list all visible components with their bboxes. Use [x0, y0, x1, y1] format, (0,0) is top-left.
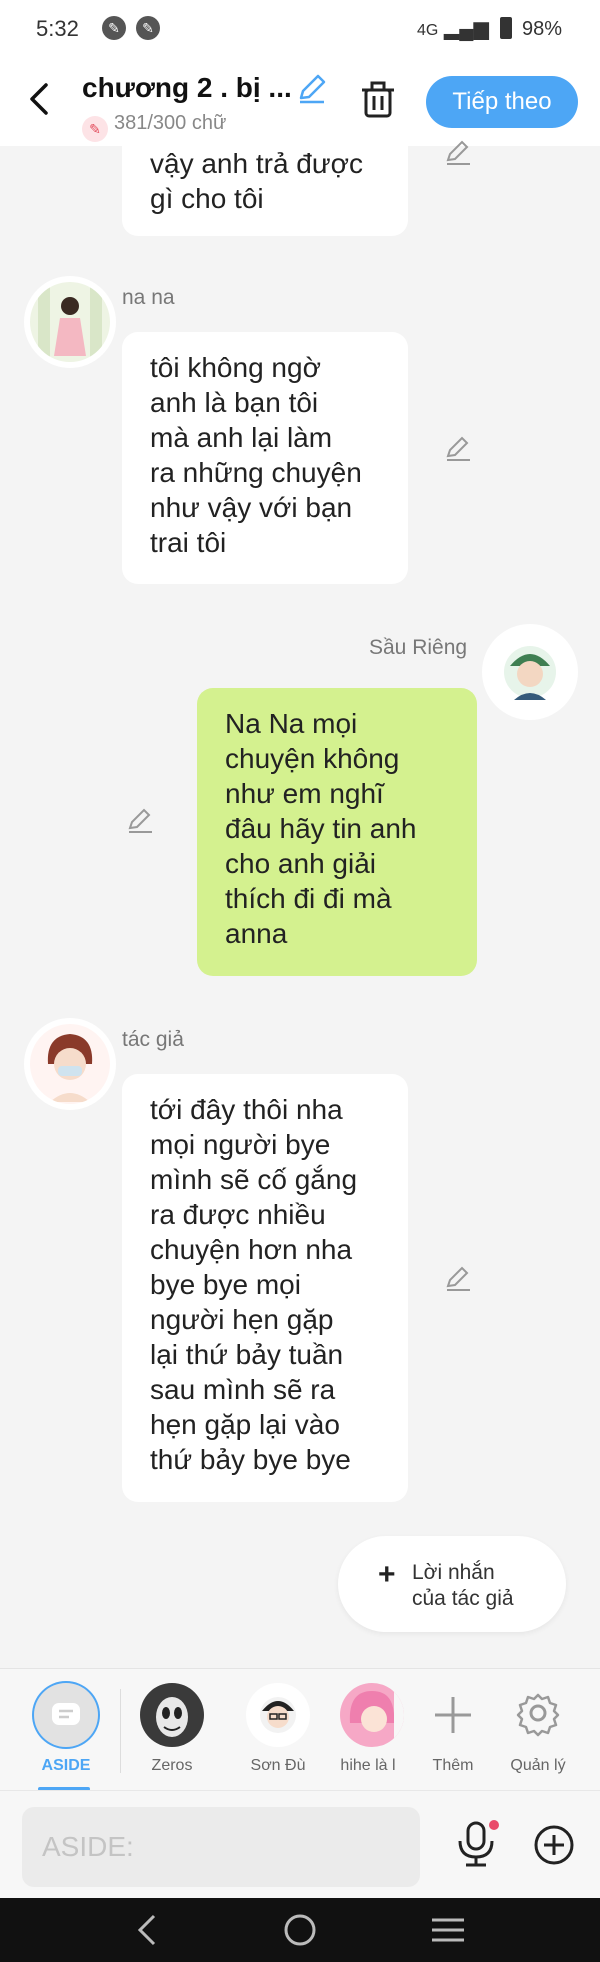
menu-lines-icon [432, 1918, 464, 1942]
next-button[interactable]: Tiếp theo [426, 76, 578, 128]
edit-message-button[interactable] [444, 434, 472, 467]
sender-name: Sầu Riêng [369, 636, 468, 659]
message-bubble[interactable]: tôi không ngờ anh là bạn tôi mà anh lại … [122, 332, 408, 584]
pencil-icon [446, 1266, 470, 1291]
status-bar: 5:32 ✎ ✎ 4G ▂▄▆ 98% [0, 0, 600, 58]
nav-back-button[interactable] [136, 1914, 158, 1951]
microphone-icon [458, 1820, 499, 1867]
add-attachment-button[interactable] [532, 1823, 576, 1872]
character-label: Zeros [151, 1757, 193, 1774]
input-bar [0, 1790, 600, 1899]
edit-title-button[interactable] [296, 72, 328, 109]
chapter-title[interactable]: chương 2 . bị ... [82, 72, 292, 104]
avatar-sau-rieng-icon [488, 630, 572, 714]
author-note-label: Lời nhắn của tác giả [412, 1561, 514, 1610]
chevron-left-icon [30, 83, 48, 115]
edit-message-button[interactable] [444, 1264, 472, 1297]
plus-icon: + [378, 1558, 396, 1591]
home-circle-icon [284, 1914, 316, 1946]
microphone-button[interactable] [454, 1819, 500, 1874]
pencil-icon [446, 436, 470, 461]
avatar-author-icon [30, 1024, 110, 1104]
notification-icon: ✎ [136, 16, 160, 40]
chevron-left-icon [137, 1914, 156, 1946]
battery-level: 98% [521, 18, 562, 40]
notification-icon: ✎ [102, 16, 126, 40]
character-aside[interactable]: ASIDE [24, 1683, 108, 1775]
character-label: ASIDE [41, 1757, 91, 1774]
status-right: 4G ▂▄▆ 98% [417, 16, 562, 41]
avatar[interactable] [488, 630, 572, 714]
nav-home-button[interactable] [282, 1912, 318, 1953]
add-character-button[interactable]: Thêm [410, 1683, 496, 1775]
author-note-button[interactable]: + Lời nhắn của tác giả [338, 1536, 566, 1632]
character-zeros[interactable]: Zeros [130, 1683, 214, 1775]
add-label: Thêm [432, 1757, 474, 1774]
sender-name: tác giả [122, 1028, 184, 1051]
pencil-icon [299, 74, 326, 104]
manage-label: Quản lý [510, 1757, 566, 1774]
nav-recents-button[interactable] [430, 1916, 466, 1949]
character-bar: ASIDE Zeros Sơn Đù hihe là l Thêm Quản l… [0, 1668, 600, 1791]
plus-circle-icon [534, 1825, 574, 1865]
plus-icon [421, 1683, 485, 1747]
avatar[interactable] [30, 282, 110, 362]
character-label: hihe là l [340, 1757, 396, 1774]
aside-icon [34, 1683, 98, 1747]
message-bubble[interactable]: Na Na mọi chuyện không như em nghĩ đâu h… [197, 688, 477, 976]
pen-badge-icon: ✎ [82, 116, 108, 142]
manage-button[interactable]: Quản lý [496, 1683, 580, 1775]
system-nav-bar [0, 1898, 600, 1962]
edit-message-button[interactable] [444, 138, 472, 171]
avatar [340, 1683, 404, 1747]
message-bubble[interactable]: tới đây thôi nha mọi người bye mình sẽ c… [122, 1074, 408, 1502]
character-son-du[interactable]: Sơn Đù [236, 1683, 320, 1775]
avatar [246, 1683, 310, 1747]
message-bubble[interactable]: vậy anh trả được gì cho tôi [122, 132, 408, 236]
pencil-icon [128, 808, 152, 833]
divider [120, 1689, 121, 1773]
message-input[interactable] [22, 1807, 420, 1887]
avatar-nana-icon [30, 282, 110, 362]
character-label: Sơn Đù [250, 1757, 306, 1774]
gear-icon [506, 1683, 570, 1747]
status-time: 5:32 [36, 16, 79, 41]
trash-icon [362, 81, 394, 118]
back-button[interactable] [28, 82, 50, 122]
avatar [140, 1683, 204, 1747]
avatar[interactable] [30, 1024, 110, 1104]
network-label: 4G [417, 22, 439, 39]
battery-icon [500, 17, 513, 39]
sender-name: na na [122, 286, 175, 309]
word-count-text: 381/300 chữ [114, 112, 227, 134]
delete-button[interactable] [360, 80, 396, 123]
character-hihe[interactable]: hihe là l [330, 1683, 414, 1775]
signal-icon: ▂▄▆ [443, 18, 489, 40]
edit-message-button[interactable] [126, 806, 154, 839]
pencil-icon [446, 140, 470, 165]
